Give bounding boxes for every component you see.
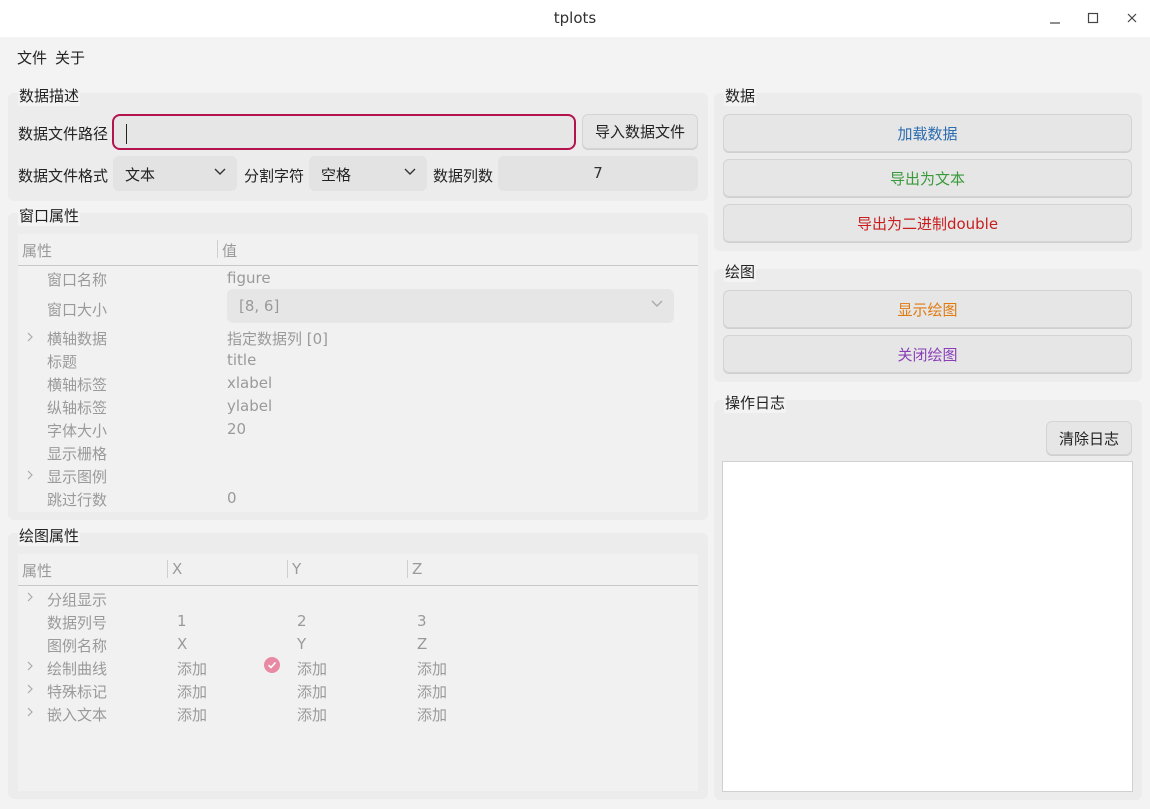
columns-count-field[interactable]: 7 (498, 156, 698, 191)
cell-x[interactable]: 添加 (177, 681, 207, 702)
plot-properties-tree[interactable]: 属性 X Y Z 分组显示 数据列号 1 2 3 图例名称 X Y Z 绘制曲线… (18, 554, 698, 791)
cell-x[interactable]: 1 (177, 612, 187, 630)
cell-y[interactable]: 添加 (297, 658, 327, 679)
log-text-area[interactable] (722, 461, 1133, 792)
row-name[interactable]: 窗口大小 (47, 299, 107, 320)
path-label: 数据文件路径 (18, 125, 109, 143)
format-label: 数据文件格式 (18, 167, 109, 185)
header-y: Y (292, 560, 302, 578)
chevron-right-icon[interactable] (25, 661, 35, 671)
chevron-down-icon (404, 168, 416, 175)
row-name[interactable]: 字体大小 (47, 420, 107, 441)
row-value[interactable]: figure (227, 269, 271, 287)
cell-y[interactable]: 添加 (297, 704, 327, 725)
window-properties-tree[interactable]: 属性 值 窗口名称 figure 窗口大小 [8, 6] 横轴数据 指定数据列 … (18, 234, 698, 512)
row-name[interactable]: 绘制曲线 (47, 658, 107, 679)
chevron-down-icon (651, 300, 663, 307)
window-size-value: [8, 6] (239, 297, 280, 315)
row-name[interactable]: 特殊标记 (47, 681, 107, 702)
header-separator (407, 560, 408, 578)
cell-z[interactable]: 添加 (417, 704, 447, 725)
export-binary-button[interactable]: 导出为二进制double (723, 204, 1132, 242)
columns-count-value: 7 (593, 164, 603, 182)
tree-header: 属性 值 (18, 234, 698, 266)
chevron-right-icon[interactable] (25, 332, 35, 342)
row-name[interactable]: 跳过行数 (47, 489, 107, 510)
cell-y[interactable]: Y (297, 635, 306, 653)
row-name[interactable]: 横轴标签 (47, 374, 107, 395)
clear-log-button[interactable]: 清除日志 (1046, 421, 1132, 455)
chevron-right-icon[interactable] (25, 707, 35, 717)
cell-y[interactable]: 2 (297, 612, 307, 630)
cell-z[interactable]: Z (417, 635, 427, 653)
data-path-input[interactable] (112, 114, 576, 150)
header-property: 属性 (22, 242, 53, 260)
header-separator (217, 240, 218, 258)
row-name[interactable]: 横轴数据 (47, 328, 107, 349)
columns-label: 数据列数 (433, 167, 494, 185)
header-value: 值 (222, 242, 238, 260)
cell-z[interactable]: 添加 (417, 658, 447, 679)
row-value[interactable]: ylabel (227, 397, 272, 415)
title-bar: tplots (0, 0, 1150, 37)
tree-header: 属性 X Y Z (18, 554, 698, 586)
row-value[interactable]: 指定数据列 [0] (227, 328, 328, 349)
row-name[interactable]: 窗口名称 (47, 269, 107, 290)
chevron-right-icon[interactable] (25, 470, 35, 480)
delimiter-select-value: 空格 (321, 166, 352, 184)
header-separator (167, 560, 168, 578)
data-description-title: 数据描述 (18, 85, 81, 106)
header-property: 属性 (22, 562, 53, 580)
format-select[interactable]: 文本 (113, 156, 237, 191)
delimiter-label: 分割字符 (244, 167, 305, 185)
delimiter-select[interactable]: 空格 (309, 156, 427, 191)
chevron-down-icon (214, 168, 226, 175)
minimize-icon[interactable] (1044, 8, 1066, 28)
data-group-title: 数据 (724, 85, 757, 106)
row-name[interactable]: 纵轴标签 (47, 397, 107, 418)
window-size-select[interactable]: [8, 6] (227, 289, 674, 323)
load-data-button[interactable]: 加载数据 (723, 114, 1132, 152)
row-value[interactable]: xlabel (227, 374, 272, 392)
row-name[interactable]: 标题 (47, 351, 77, 372)
row-name[interactable]: 图例名称 (47, 635, 107, 656)
header-separator (287, 560, 288, 578)
import-data-file-button[interactable]: 导入数据文件 (582, 114, 698, 149)
row-name[interactable]: 分组显示 (47, 589, 107, 610)
window-properties-title: 窗口属性 (18, 205, 81, 226)
cell-x[interactable]: X (177, 635, 187, 653)
cell-y[interactable]: 添加 (297, 681, 327, 702)
plot-group-title: 绘图 (724, 261, 757, 282)
export-text-button[interactable]: 导出为文本 (723, 159, 1132, 197)
show-plot-button[interactable]: 显示绘图 (723, 290, 1132, 328)
cell-z[interactable]: 3 (417, 612, 427, 630)
row-name[interactable]: 数据列号 (47, 612, 107, 633)
close-icon[interactable] (1121, 8, 1143, 28)
format-select-value: 文本 (125, 166, 156, 184)
cell-x[interactable]: 添加 (177, 658, 207, 679)
row-name[interactable]: 嵌入文本 (47, 704, 107, 725)
menu-bar: 文件 关于 (0, 37, 1150, 75)
cell-x[interactable]: 添加 (177, 704, 207, 725)
menu-file[interactable]: 文件 (17, 47, 47, 68)
header-z: Z (412, 560, 423, 578)
plot-properties-title: 绘图属性 (18, 525, 81, 546)
log-group-title: 操作日志 (724, 392, 787, 413)
row-value[interactable]: title (227, 351, 256, 369)
check-circle-icon (264, 657, 280, 673)
close-plot-button[interactable]: 关闭绘图 (723, 335, 1132, 373)
row-name[interactable]: 显示图例 (47, 466, 107, 487)
row-value[interactable]: 20 (227, 420, 246, 438)
row-value[interactable]: 0 (227, 489, 237, 507)
text-caret (126, 124, 127, 144)
window-title: tplots (553, 9, 597, 27)
cell-z[interactable]: 添加 (417, 681, 447, 702)
chevron-right-icon[interactable] (25, 592, 35, 602)
row-name[interactable]: 显示栅格 (47, 443, 107, 464)
chevron-right-icon[interactable] (25, 684, 35, 694)
maximize-icon[interactable] (1082, 8, 1104, 28)
header-x: X (172, 560, 183, 578)
menu-about[interactable]: 关于 (55, 47, 85, 68)
